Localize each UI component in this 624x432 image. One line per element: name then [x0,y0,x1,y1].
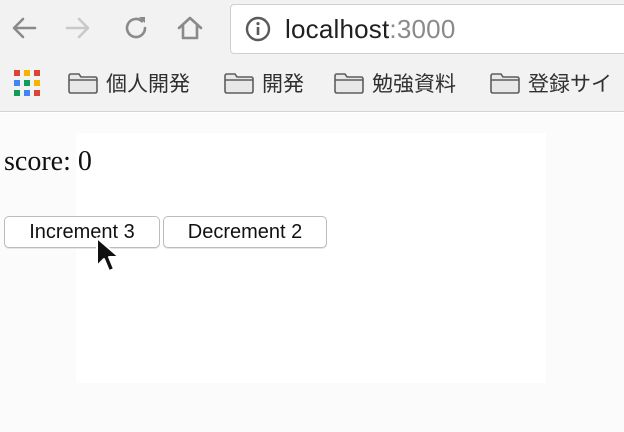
bookmark-folder-1[interactable]: 個人開発 [68,68,190,98]
address-bar[interactable]: localhost:3000 [230,4,624,54]
apps-grid-icon[interactable] [14,70,40,96]
browser-chrome: localhost:3000 個人開発 開発 勉強資料 登録サイ [0,0,624,112]
reload-icon [125,17,147,39]
browser-toolbar: localhost:3000 [0,0,624,58]
mouse-pointer-icon [96,237,120,272]
url-port: :3000 [389,13,456,44]
info-icon [245,16,271,42]
score-text: score: 0 [4,146,92,177]
forward-arrow-icon [65,17,90,39]
site-info-button[interactable] [243,14,273,44]
bookmark-folder-3[interactable]: 勉強資料 [334,68,456,98]
url-host: localhost [285,13,390,44]
folder-icon [224,73,254,94]
home-button[interactable] [172,10,208,46]
folder-icon [334,73,364,94]
forward-button[interactable] [60,10,96,46]
bookmark-label: 個人開発 [106,73,190,96]
bookmark-folder-2[interactable]: 開発 [224,68,304,98]
bookmark-label: 勉強資料 [372,73,456,96]
home-icon [177,16,203,40]
back-arrow-icon [12,17,37,39]
bookmark-label: 開発 [262,73,304,96]
bookmark-label: 登録サイ [528,73,612,96]
reload-button[interactable] [118,10,154,46]
bookmark-folder-4[interactable]: 登録サイ [490,68,612,98]
folder-icon [68,73,98,94]
decrement-button[interactable]: Decrement 2 [163,216,327,248]
page-canvas [76,133,546,383]
url-text: localhost:3000 [285,14,456,45]
back-button[interactable] [6,10,42,46]
folder-icon [490,73,520,94]
increment-button[interactable]: Increment 3 [4,216,160,248]
